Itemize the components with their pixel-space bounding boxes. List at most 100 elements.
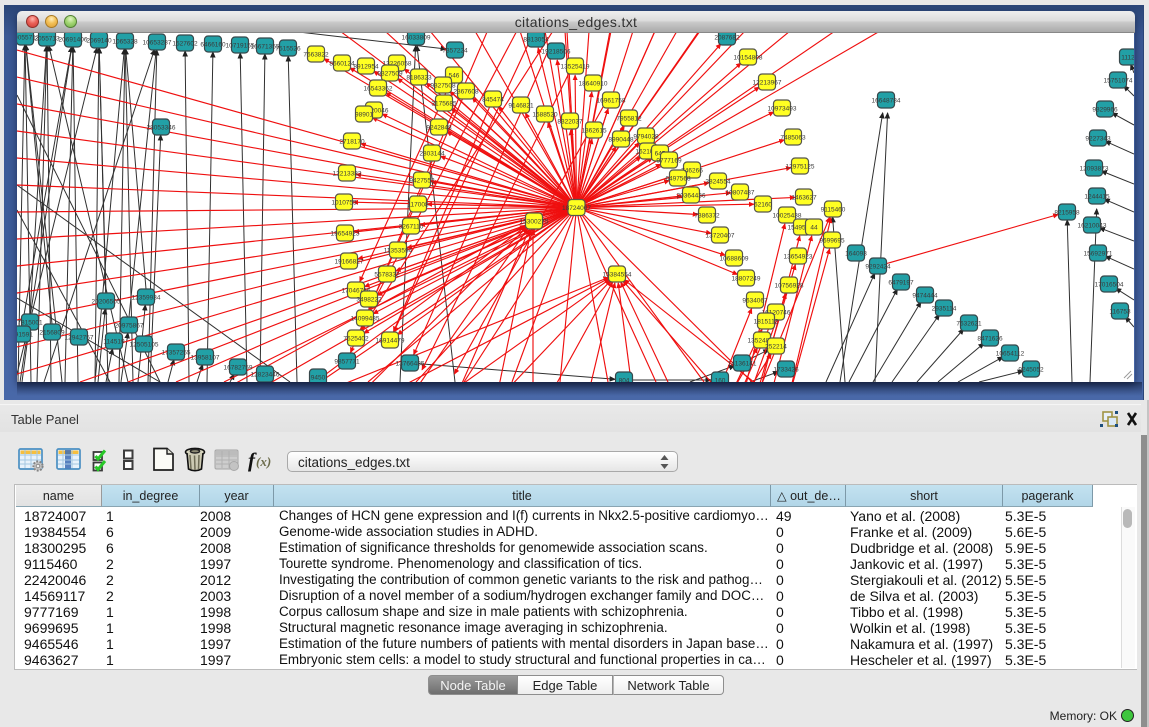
svg-text:7357224: 7357224 [442,47,468,54]
svg-text:6466160: 6466160 [200,41,226,48]
svg-text:17016504: 17016504 [1095,281,1124,288]
svg-text:10973493: 10973493 [768,105,797,112]
svg-text:44: 44 [810,224,818,231]
svg-text:3498222: 3498222 [356,296,382,303]
svg-text:8215958: 8215958 [1054,209,1080,216]
svg-text:7625402: 7625402 [343,335,369,342]
svg-text:14099485: 14099485 [351,315,380,322]
svg-text:12213967: 12213967 [753,79,782,86]
svg-text:12942757: 12942757 [65,334,94,341]
svg-text:19218506: 19218506 [542,48,571,55]
svg-text:18640910: 18640910 [579,80,608,87]
svg-text:14136141: 14136141 [728,360,757,367]
svg-text:2367608: 2367608 [453,88,479,95]
svg-text:18724007: 18724007 [562,205,591,212]
svg-text:5578332: 5578332 [374,271,400,278]
svg-text:12975125: 12975125 [786,163,815,170]
svg-text:98901: 98901 [355,111,373,118]
svg-text:10025438: 10025438 [773,212,802,219]
svg-text:9634067: 9634067 [742,297,768,304]
svg-text:15384554: 15384554 [603,271,632,278]
svg-text:1362615: 1362615 [581,127,607,134]
svg-text:9794028: 9794028 [633,133,659,140]
svg-text:9427552: 9427552 [409,177,435,184]
svg-text:18807249: 18807249 [732,275,761,282]
svg-text:114519: 114519 [103,338,125,345]
svg-text:252214: 252214 [765,343,787,350]
svg-text:2087682: 2087682 [714,34,740,41]
svg-text:13766485: 13766485 [396,360,425,367]
svg-text:9327509: 9327509 [377,70,403,77]
svg-text:164093: 164093 [845,250,867,257]
svg-text:10653287: 10653287 [143,39,172,46]
svg-text:1815112: 1815112 [754,318,779,325]
svg-text:12213383: 12213383 [333,170,362,177]
svg-text:7632621: 7632621 [956,320,982,327]
svg-text:(x): (x) [256,454,271,469]
svg-text:8912954: 8912954 [353,63,379,70]
svg-text:8471626: 8471626 [977,335,1003,342]
svg-text:7515526: 7515526 [275,45,301,52]
svg-text:116753: 116753 [1109,308,1131,315]
svg-text:7815001: 7815001 [17,319,43,326]
svg-text:2055713: 2055713 [34,35,60,42]
svg-text:16782759: 16782759 [224,364,253,371]
svg-text:10154808: 10154808 [734,54,763,61]
svg-text:8660124: 8660124 [329,60,355,67]
svg-text:13958107: 13958107 [191,354,220,361]
svg-text:13720407: 13720407 [706,232,735,239]
svg-text:10807487: 10807487 [726,189,755,196]
svg-text:10756928: 10756928 [775,282,804,289]
svg-text:13654923: 13654923 [784,253,813,260]
svg-text:16961758: 16961758 [597,97,626,104]
svg-text:62160: 62160 [754,201,772,208]
svg-text:16914479: 16914479 [376,337,405,344]
svg-text:9777169: 9777169 [656,157,682,164]
svg-text:16033809: 16033809 [402,34,431,41]
svg-text:3175685: 3175685 [431,100,457,107]
svg-text:1244415: 1244415 [1084,193,1110,200]
svg-text:9292424: 9292424 [865,263,891,270]
svg-text:9245052: 9245052 [1018,366,1044,373]
svg-text:1112: 1112 [1121,54,1134,61]
svg-text:13525419: 13525419 [561,63,590,70]
svg-text:9227343: 9227343 [1085,135,1111,142]
svg-text:20206505: 20206505 [92,298,121,305]
svg-text:117008: 117008 [407,201,429,208]
svg-text:9699695: 9699695 [819,237,845,244]
svg-text:12359934: 12359934 [132,294,161,301]
svg-text:9242848: 9242848 [426,124,452,131]
svg-text:12823446: 12823446 [251,371,280,378]
svg-text:16210043: 16210043 [1078,222,1107,229]
svg-text:8322037: 8322037 [557,118,583,125]
svg-text:9146821: 9146821 [508,102,534,109]
svg-text:20691406: 20691406 [59,36,88,43]
svg-text:19654923: 19654923 [331,230,360,237]
svg-text:7663822: 7663822 [303,51,329,58]
svg-text:15751074: 15751074 [1104,77,1133,84]
svg-text:3824554: 3824554 [705,178,731,185]
svg-text:9329966: 9329966 [1092,106,1118,113]
svg-text:17357255: 17357255 [162,349,191,356]
svg-text:1527602: 1527602 [172,40,198,47]
svg-text:16648784: 16648784 [872,97,901,104]
svg-text:2156809: 2156809 [39,329,65,336]
svg-text:2069140: 2069140 [86,37,112,44]
svg-text:15692971: 15692971 [1084,250,1113,257]
svg-text:16543362: 16543362 [364,85,393,92]
svg-text:19166827: 19166827 [335,258,364,265]
svg-text:9115460: 9115460 [821,206,846,213]
svg-text:9474444: 9474444 [912,292,938,299]
svg-text:160: 160 [715,377,726,382]
svg-text:8990448: 8990448 [608,136,634,143]
svg-text:12093873: 12093873 [1080,165,1109,172]
svg-text:3267110: 3267110 [399,223,424,230]
svg-text:10654112: 10654112 [996,350,1025,357]
svg-text:1733426: 1733426 [773,366,799,373]
svg-text:7485063: 7485063 [780,134,806,141]
svg-text:804: 804 [619,377,630,382]
svg-text:1065328: 1065328 [112,38,138,45]
svg-text:2803144: 2803144 [419,150,445,157]
svg-text:6479197: 6479197 [888,279,914,286]
svg-text:28053346: 28053346 [147,124,176,131]
